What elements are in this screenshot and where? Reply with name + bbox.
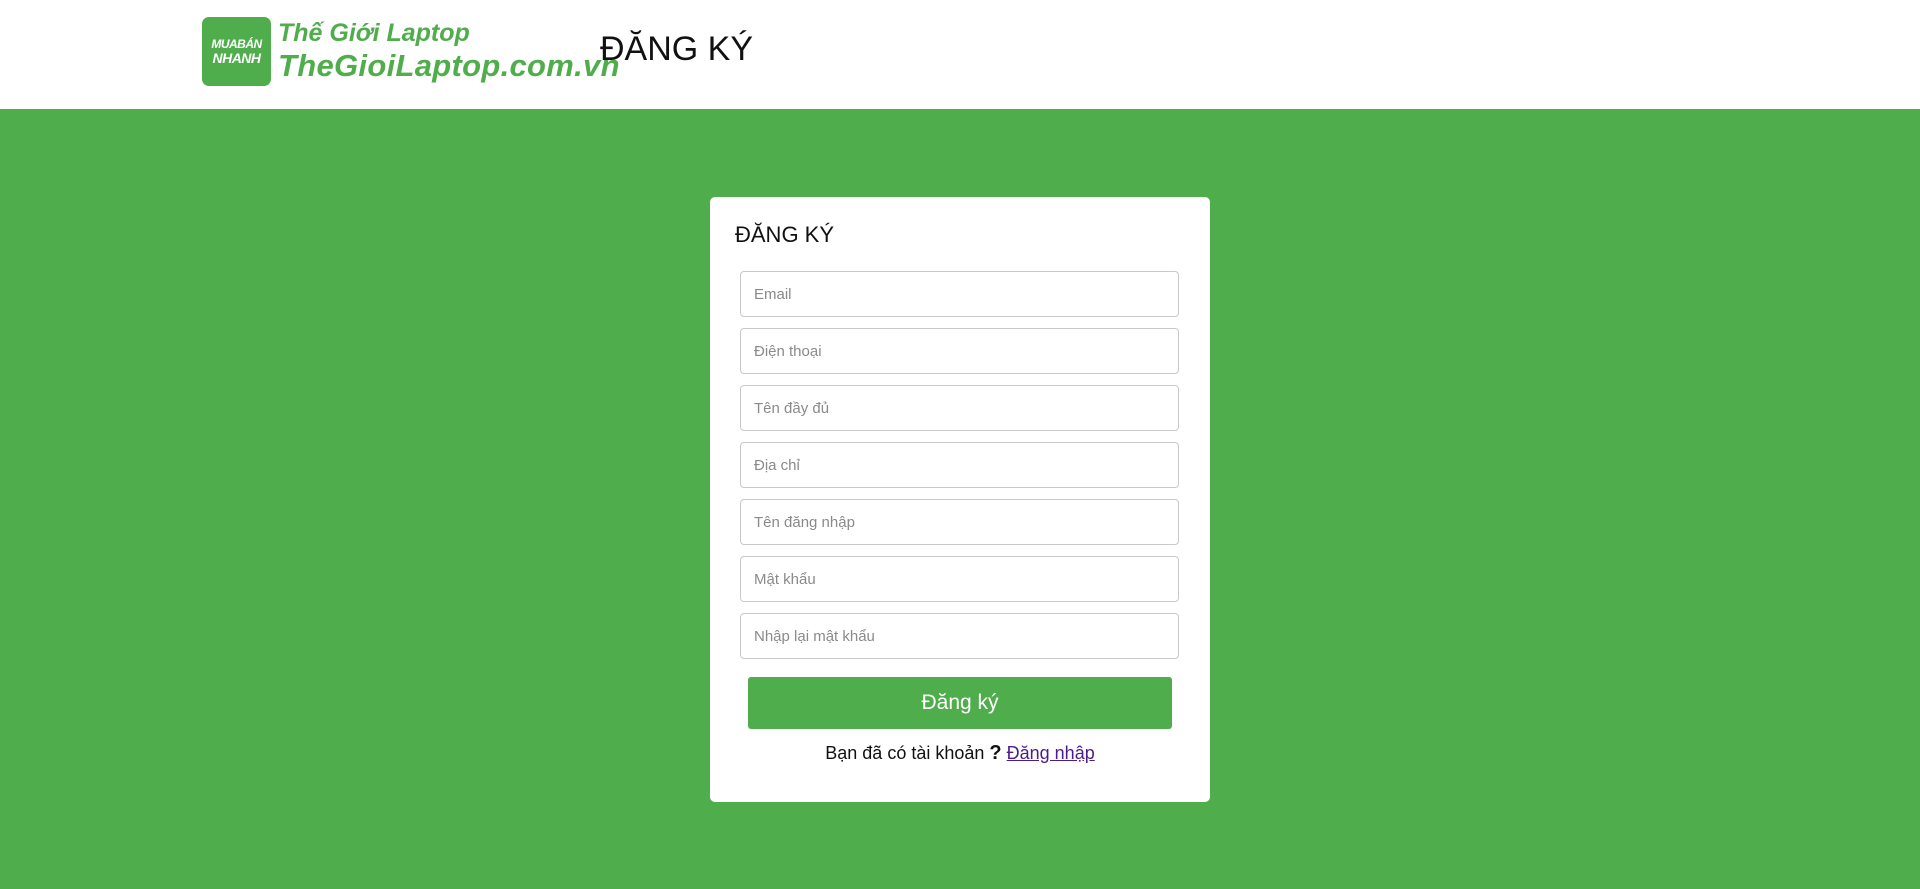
site-header: MUABÁN NHANH Thế Giới Laptop TheGioiLapt…: [0, 0, 1920, 109]
username-field[interactable]: [740, 499, 1179, 545]
login-prompt-mark: ?: [989, 742, 1002, 764]
logo-text-line2: TheGioiLaptop.com.vn: [278, 48, 620, 84]
login-prompt-text: Bạn đã có tài khoản: [825, 743, 985, 763]
confirm-password-field[interactable]: [740, 613, 1179, 659]
site-logo[interactable]: MUABÁN NHANH Thế Giới Laptop TheGioiLapt…: [202, 17, 620, 86]
email-field[interactable]: [740, 271, 1179, 317]
logo-badge-line1: MUABÁN: [211, 37, 262, 51]
logo-badge-line2: NHANH: [212, 50, 261, 66]
register-card: ĐĂNG KÝ Đăng ký Bạn đã có tài khoản ? Đă…: [710, 197, 1210, 802]
login-prompt: Bạn đã có tài khoản ? Đăng nhập: [710, 742, 1210, 765]
register-card-title: ĐĂNG KÝ: [735, 222, 835, 247]
page-title: ĐĂNG KÝ: [600, 30, 754, 68]
address-field[interactable]: [740, 442, 1179, 488]
fullname-field[interactable]: [740, 385, 1179, 431]
password-field[interactable]: [740, 556, 1179, 602]
register-button[interactable]: Đăng ký: [748, 677, 1172, 729]
phone-field[interactable]: [740, 328, 1179, 374]
logo-badge: MUABÁN NHANH: [202, 17, 271, 86]
logo-text-line1: Thế Giới Laptop: [278, 19, 470, 48]
logo-text: Thế Giới Laptop TheGioiLaptop.com.vn: [278, 19, 620, 83]
login-link[interactable]: Đăng nhập: [1007, 743, 1095, 763]
